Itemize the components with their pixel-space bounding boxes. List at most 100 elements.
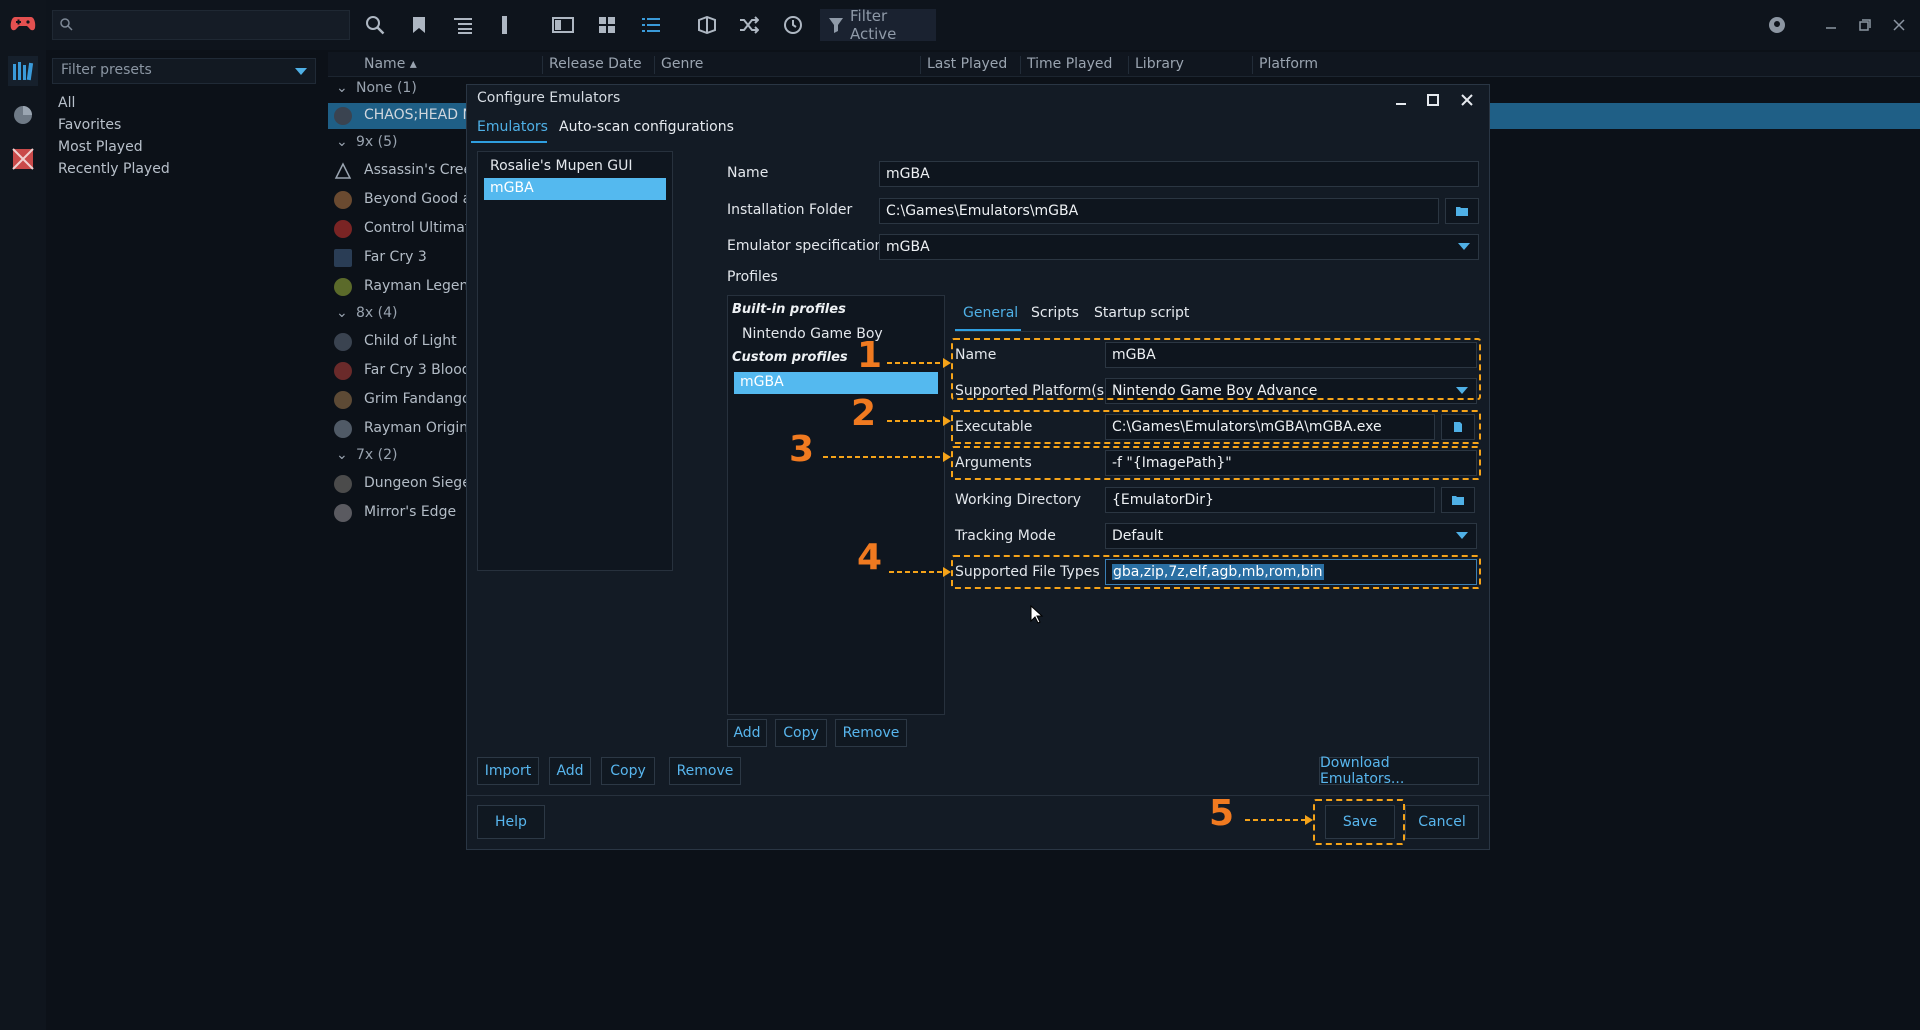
emulator-name-field[interactable]: mGBA [879, 161, 1479, 187]
grid-view-icon[interactable] [594, 12, 620, 38]
filter-presets-dropdown[interactable]: Filter presets [52, 58, 316, 84]
game-row[interactable]: Control Ultimate [328, 216, 468, 242]
group-header[interactable]: ⌄ 8x (4) [328, 305, 468, 327]
game-row[interactable]: CHAOS;HEAD NO [328, 103, 468, 129]
browse-folder-button[interactable] [1445, 198, 1479, 224]
game-row[interactable]: Dungeon Siege II [328, 471, 468, 497]
bookmark-icon[interactable] [406, 12, 432, 38]
library-icon[interactable] [8, 56, 38, 86]
game-row[interactable]: Far Cry 3 [328, 245, 468, 271]
game-title: Rayman Origins [364, 420, 468, 436]
minimize-icon[interactable] [1389, 89, 1413, 111]
column-library[interactable]: Library [1128, 56, 1255, 74]
annotation-box-5 [1313, 799, 1405, 845]
import-emulator-button[interactable]: Import [477, 757, 539, 785]
annotation-arrow-1 [887, 358, 951, 368]
game-row[interactable]: Child of Light [328, 329, 468, 355]
preset-recently-played[interactable]: Recently Played [58, 161, 170, 177]
preset-most-played[interactable]: Most Played [58, 139, 143, 155]
profiles-label: Profiles [727, 269, 778, 285]
game-row[interactable]: Beyond Good an [328, 187, 468, 213]
game-title: Far Cry 3 [364, 249, 427, 265]
game-row[interactable]: Rayman Legends [328, 274, 468, 300]
list-view-icon[interactable] [638, 12, 664, 38]
group-header[interactable]: ⌄ 7x (2) [328, 447, 468, 469]
column-name[interactable]: Name ▴ [328, 56, 534, 74]
emulator-item[interactable]: Rosalie's Mupen GUI [484, 156, 666, 178]
builtin-profile-item[interactable]: Nintendo Game Boy [736, 324, 938, 346]
preset-all[interactable]: All [58, 95, 75, 111]
explorer-icon[interactable] [694, 12, 720, 38]
column-release-date[interactable]: Release Date [542, 56, 659, 74]
list-header: Name ▴ Release Date Genre Last Played Ti… [328, 52, 1920, 77]
builtin-profiles-header: Built-in profiles [732, 302, 846, 317]
group-header[interactable]: ⌄ None (1) [328, 80, 468, 102]
game-title: CHAOS;HEAD NO [364, 107, 468, 123]
game-icon [334, 391, 352, 409]
game-title: Child of Light [364, 333, 457, 349]
game-icon [334, 162, 352, 180]
annotation-number-4: 4 [857, 537, 883, 578]
game-row[interactable]: Far Cry 3 Blood D [328, 358, 468, 384]
custom-profile-item-selected[interactable]: mGBA [734, 372, 938, 394]
emulator-item-selected[interactable]: mGBA [484, 178, 666, 200]
column-platform[interactable]: Platform [1252, 56, 1379, 74]
tab-startup-script[interactable]: Startup script [1094, 305, 1189, 321]
tab-emulators[interactable]: Emulators [477, 119, 548, 135]
game-row[interactable]: Grim Fandango R [328, 387, 468, 413]
details-view-icon[interactable] [450, 12, 476, 38]
help-button[interactable]: Help [477, 805, 545, 839]
installation-folder-label: Installation Folder [727, 202, 853, 218]
addons-icon[interactable] [8, 144, 38, 174]
copy-profile-button[interactable]: Copy [775, 719, 827, 747]
filter-active-button[interactable]: Filter Active [820, 7, 936, 43]
remove-emulator-button[interactable]: Remove [669, 757, 741, 785]
game-row[interactable]: Mirror's Edge [328, 500, 468, 526]
download-emulators-button[interactable]: Download Emulators... [1319, 755, 1479, 787]
column-last-played[interactable]: Last Played [920, 56, 1017, 74]
tracking-mode-dropdown[interactable]: Default [1105, 523, 1477, 549]
game-row[interactable]: Assassin's Creed [328, 158, 468, 184]
annotation-arrow-5 [1245, 815, 1313, 825]
group-header[interactable]: ⌄ 9x (5) [328, 134, 468, 156]
browse-working-directory-button[interactable] [1441, 487, 1475, 513]
tab-scripts[interactable]: Scripts [1031, 305, 1079, 321]
emulator-spec-dropdown[interactable]: mGBA [879, 234, 1479, 260]
add-emulator-button[interactable]: Add [549, 757, 591, 785]
add-profile-button[interactable]: Add [727, 719, 767, 747]
annotation-number-1: 1 [857, 335, 883, 376]
history-icon[interactable] [780, 12, 806, 38]
remove-profile-button[interactable]: Remove [835, 719, 907, 747]
game-icon [334, 333, 352, 351]
tab-general[interactable]: General [963, 305, 1018, 321]
sidebar-toggle-icon[interactable] [550, 12, 576, 38]
column-genre[interactable]: Genre [654, 56, 911, 74]
group-label: 8x (4) [356, 305, 398, 321]
game-title: Dungeon Siege II [364, 475, 468, 491]
close-icon[interactable] [1455, 89, 1479, 111]
tracking-mode-value: Default [1112, 528, 1164, 544]
emulator-spec-value: mGBA [886, 239, 930, 255]
gamepad-icon[interactable] [8, 8, 38, 38]
search-icon[interactable] [362, 12, 388, 38]
maximize-icon[interactable] [1421, 89, 1445, 111]
random-game-icon[interactable] [736, 12, 762, 38]
copy-emulator-button[interactable]: Copy [601, 757, 655, 785]
restore-icon[interactable] [1852, 12, 1878, 38]
annotation-number-2: 2 [851, 393, 877, 434]
column-time-played[interactable]: Time Played [1020, 56, 1137, 74]
search-input[interactable] [52, 10, 350, 40]
tab-auto-scan[interactable]: Auto-scan configurations [559, 119, 734, 135]
account-icon[interactable] [1764, 12, 1790, 38]
sort-icon[interactable] [492, 12, 518, 38]
minimize-icon[interactable] [1818, 12, 1844, 38]
game-row[interactable]: Rayman Origins [328, 416, 468, 442]
cancel-button[interactable]: Cancel [1405, 805, 1479, 839]
installation-folder-field[interactable]: C:\Games\Emulators\mGBA [879, 198, 1439, 224]
annotation-arrow-2 [887, 416, 951, 426]
group-label: 7x (2) [356, 447, 398, 463]
close-app-icon[interactable] [1886, 12, 1912, 38]
statistics-icon[interactable] [8, 100, 38, 130]
working-directory-field[interactable]: {EmulatorDir} [1105, 487, 1435, 513]
preset-favorites[interactable]: Favorites [58, 117, 121, 133]
